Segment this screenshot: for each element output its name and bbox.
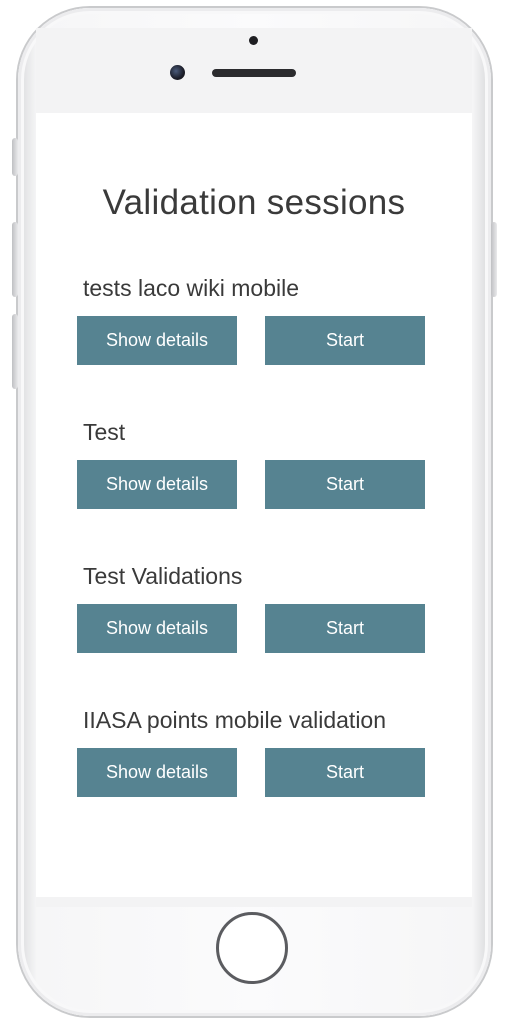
show-details-button[interactable]: Show details (77, 316, 237, 365)
front-camera-icon (170, 65, 185, 80)
session-item: IIASA points mobile validation Show deta… (77, 703, 427, 797)
start-button[interactable]: Start (265, 604, 425, 653)
session-actions: Show details Start (77, 460, 427, 509)
session-actions: Show details Start (77, 748, 427, 797)
session-item: Test Show details Start (77, 415, 427, 509)
device-frame-stage: Validation sessions tests laco wiki mobi… (0, 0, 512, 1024)
session-name: tests laco wiki mobile (83, 275, 300, 301)
session-name: Test Validations (83, 563, 243, 589)
power-button (491, 222, 497, 297)
session-item: tests laco wiki mobile Show details Star… (77, 271, 427, 365)
page-title: Validation sessions (102, 183, 406, 222)
session-item: Test Validations Show details Start (77, 559, 427, 653)
session-actions: Show details Start (77, 604, 427, 653)
session-actions: Show details Start (77, 316, 427, 365)
show-details-button[interactable]: Show details (77, 460, 237, 509)
mute-switch (12, 138, 18, 176)
earpiece-icon (212, 69, 296, 77)
volume-down-button (12, 314, 18, 389)
volume-up-button (12, 222, 18, 297)
start-button[interactable]: Start (265, 748, 425, 797)
show-details-button[interactable]: Show details (77, 604, 237, 653)
start-button[interactable]: Start (265, 316, 425, 365)
app-screen: Validation sessions tests laco wiki mobi… (36, 113, 472, 897)
sensor-icon (249, 36, 258, 45)
home-button-icon[interactable] (216, 912, 288, 984)
session-name: IIASA points mobile validation (83, 707, 387, 733)
start-button[interactable]: Start (265, 460, 425, 509)
session-name: Test (83, 419, 126, 445)
show-details-button[interactable]: Show details (77, 748, 237, 797)
screen-bottom-edge (36, 897, 472, 907)
